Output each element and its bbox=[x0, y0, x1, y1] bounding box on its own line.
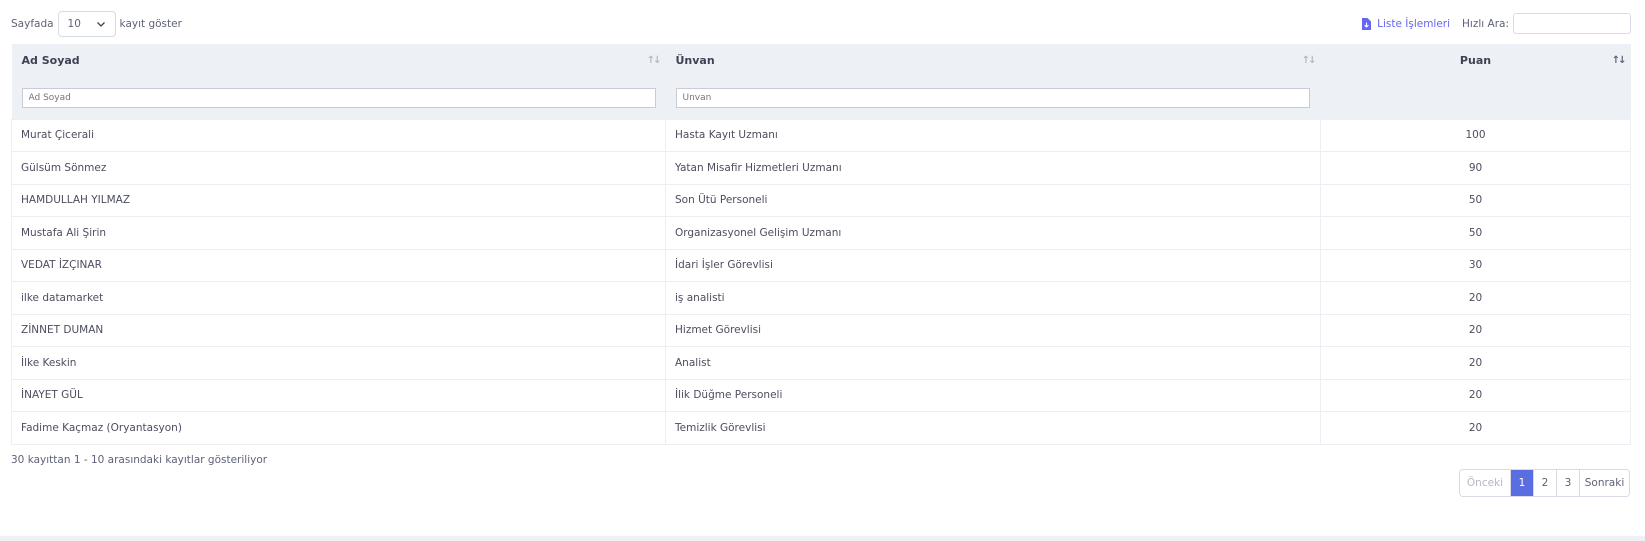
row-title: Son Ütü Personeli bbox=[665, 183, 1321, 217]
list-operations-button[interactable]: Liste İşlemleri bbox=[1361, 17, 1451, 30]
filter-cell-empty bbox=[1320, 77, 1631, 119]
row-score: 20 bbox=[1320, 378, 1631, 412]
row-name: Gülsüm Sönmez bbox=[11, 151, 666, 185]
column-header-name-label: Ad Soyad bbox=[21, 54, 80, 67]
pagination-page-1[interactable]: 1 bbox=[1510, 470, 1533, 496]
row-name: Fadime Kaçmaz (Oryantasyon) bbox=[11, 411, 666, 445]
row-name: İNAYET GÜL bbox=[11, 378, 666, 412]
column-header-title-label: Ünvan bbox=[675, 54, 715, 67]
row-title: Analist bbox=[665, 346, 1321, 380]
table-row[interactable]: VEDAT İZÇINAR İdari İşler Görevlisi 30 bbox=[11, 248, 1631, 282]
row-score: 50 bbox=[1320, 216, 1631, 250]
row-title: Yatan Misafir Hizmetleri Uzmanı bbox=[665, 151, 1321, 185]
row-score: 100 bbox=[1320, 118, 1631, 152]
column-header-title[interactable]: Ünvan ↑↓ bbox=[665, 44, 1321, 77]
page-footer-divider bbox=[0, 536, 1645, 541]
table-row[interactable]: Fadime Kaçmaz (Oryantasyon) Temizlik Gör… bbox=[11, 411, 1631, 445]
row-score: 20 bbox=[1320, 281, 1631, 315]
length-prefix: Sayfada bbox=[11, 18, 54, 30]
sort-icon: ↑↓ bbox=[1301, 55, 1317, 66]
chevron-down-icon bbox=[96, 22, 105, 27]
column-header-name[interactable]: Ad Soyad ↑↓ bbox=[11, 44, 666, 77]
pagination: Önceki 1 2 3 Sonraki bbox=[1459, 469, 1630, 497]
pagination-next-button[interactable]: Sonraki bbox=[1579, 470, 1629, 496]
row-score: 50 bbox=[1320, 183, 1631, 217]
pagination-prev-button[interactable]: Önceki bbox=[1460, 470, 1510, 496]
right-tools: Liste İşlemleri Hızlı Ara: bbox=[1361, 13, 1631, 34]
pagination-page-3[interactable]: 3 bbox=[1556, 470, 1579, 496]
table-row[interactable]: ZİNNET DUMAN Hizmet Görevlisi 20 bbox=[11, 313, 1631, 347]
table-row[interactable]: İNAYET GÜL İlik Düğme Personeli 20 bbox=[11, 378, 1631, 412]
quick-search-label: Hızlı Ara: bbox=[1462, 17, 1509, 30]
table-row[interactable]: Murat Çicerali Hasta Kayıt Uzmanı 100 bbox=[11, 118, 1631, 152]
table-row[interactable]: HAMDULLAH YILMAZ Son Ütü Personeli 50 bbox=[11, 183, 1631, 217]
list-operations-label: Liste İşlemleri bbox=[1377, 17, 1451, 30]
table-row[interactable]: İlke Keskin Analist 20 bbox=[11, 346, 1631, 380]
row-score: 20 bbox=[1320, 313, 1631, 347]
table-row[interactable]: ilke datamarket iş analisti 20 bbox=[11, 281, 1631, 315]
table-row[interactable]: Gülsüm Sönmez Yatan Misafir Hizmetleri U… bbox=[11, 151, 1631, 185]
row-name: HAMDULLAH YILMAZ bbox=[11, 183, 666, 217]
row-score: 20 bbox=[1320, 411, 1631, 445]
row-name: ZİNNET DUMAN bbox=[11, 313, 666, 347]
pagination-page-2[interactable]: 2 bbox=[1533, 470, 1556, 496]
row-name: Mustafa Ali Şirin bbox=[11, 216, 666, 250]
quick-search-input[interactable] bbox=[1513, 13, 1631, 34]
row-title: Organizasyonel Gelişim Uzmanı bbox=[665, 216, 1321, 250]
row-score: 20 bbox=[1320, 346, 1631, 380]
row-title: İlik Düğme Personeli bbox=[665, 378, 1321, 412]
page-size-select[interactable]: 10 bbox=[57, 11, 116, 37]
row-title: iş analisti bbox=[665, 281, 1321, 315]
column-header-score-label: Puan bbox=[1459, 54, 1492, 67]
filter-cell-name bbox=[11, 77, 666, 119]
data-table: Ad Soyad ↑↓ Ünvan ↑↓ Puan ↑↓ Murat Çicer… bbox=[11, 44, 1631, 445]
row-title: Hasta Kayıt Uzmanı bbox=[665, 118, 1321, 152]
sort-icon: ↑↓ bbox=[646, 55, 662, 66]
sort-desc-icon: ↑↓ bbox=[1611, 55, 1627, 66]
table-toolbar: Sayfada 10 kayıt göster Liste İşlemleri … bbox=[11, 11, 1631, 37]
row-score: 30 bbox=[1320, 248, 1631, 282]
table-info-text: 30 kayıttan 1 - 10 arasındaki kayıtlar g… bbox=[11, 454, 268, 466]
page-size-value: 10 bbox=[67, 18, 81, 30]
row-title: Temizlik Görevlisi bbox=[665, 411, 1321, 445]
table-row[interactable]: Mustafa Ali Şirin Organizasyonel Gelişim… bbox=[11, 216, 1631, 250]
row-name: İlke Keskin bbox=[11, 346, 666, 380]
name-filter-input[interactable] bbox=[21, 87, 656, 108]
row-name: ilke datamarket bbox=[11, 281, 666, 315]
filter-cell-title bbox=[665, 77, 1321, 119]
row-name: Murat Çicerali bbox=[11, 118, 666, 152]
length-suffix: kayıt göster bbox=[119, 18, 182, 30]
column-header-score[interactable]: Puan ↑↓ bbox=[1320, 44, 1631, 77]
file-download-icon bbox=[1362, 17, 1372, 30]
row-score: 90 bbox=[1320, 151, 1631, 185]
title-filter-input[interactable] bbox=[675, 87, 1310, 108]
length-menu: Sayfada 10 kayıt göster bbox=[11, 11, 182, 37]
row-name: VEDAT İZÇINAR bbox=[11, 248, 666, 282]
row-title: İdari İşler Görevlisi bbox=[665, 248, 1321, 282]
table-body: Murat Çicerali Hasta Kayıt Uzmanı 100 Gü… bbox=[11, 118, 1631, 445]
row-title: Hizmet Görevlisi bbox=[665, 313, 1321, 347]
